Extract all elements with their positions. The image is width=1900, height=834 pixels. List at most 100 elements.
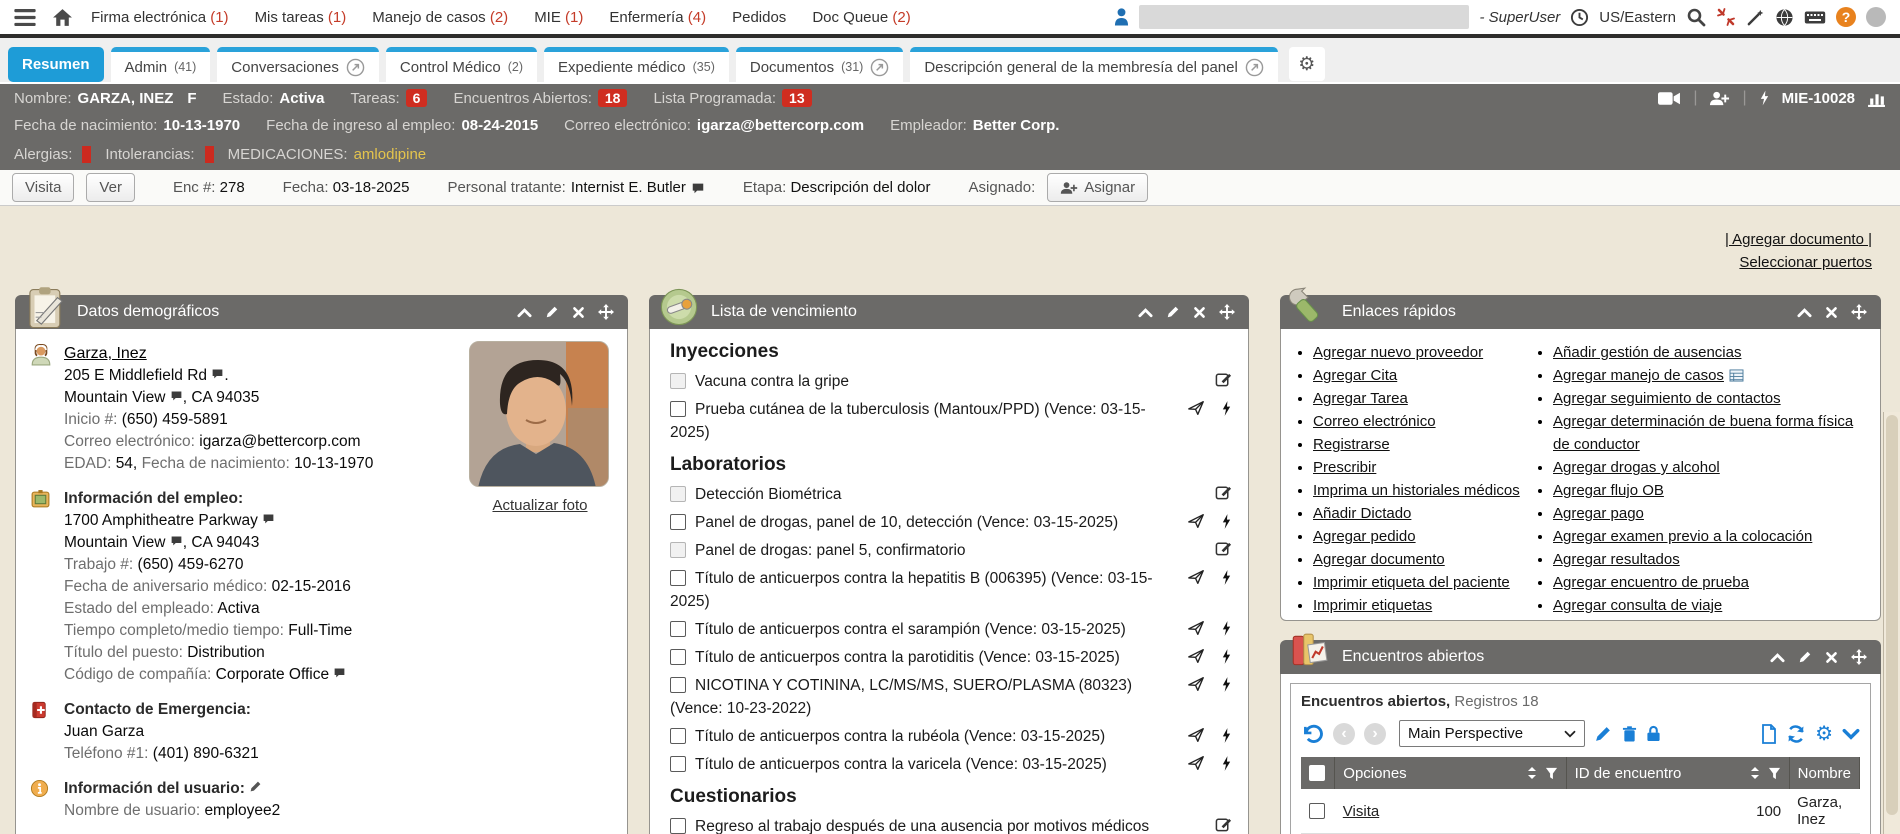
- due-item-checkbox[interactable]: [670, 621, 686, 637]
- home-icon[interactable]: [52, 8, 73, 27]
- comment-bubble-icon[interactable]: [211, 367, 224, 380]
- sort-icon[interactable]: [1750, 766, 1760, 780]
- edit-user-info-icon[interactable]: [249, 780, 262, 793]
- edit-note-icon[interactable]: [1215, 371, 1232, 388]
- select-ports-link[interactable]: Seleccionar puertos: [1739, 254, 1872, 271]
- prev-page-button[interactable]: ‹: [1333, 723, 1355, 745]
- select-all-checkbox[interactable]: [1309, 765, 1325, 781]
- new-document-icon[interactable]: [1761, 724, 1777, 744]
- edit-icon[interactable]: [1798, 650, 1812, 664]
- send-order-icon[interactable]: [1187, 568, 1205, 586]
- tab-admin[interactable]: Admin(41): [111, 47, 211, 82]
- quick-link[interactable]: Correo electrónico: [1313, 413, 1436, 430]
- lock-icon[interactable]: [1646, 724, 1661, 743]
- comment-bubble-icon[interactable]: [170, 534, 183, 547]
- ver-button[interactable]: Ver: [86, 173, 135, 202]
- lightning-icon[interactable]: [1759, 89, 1770, 107]
- edit-note-icon[interactable]: [1215, 484, 1232, 501]
- asignar-button[interactable]: Asignar: [1047, 173, 1148, 202]
- row-checkbox[interactable]: [1309, 803, 1325, 819]
- menu-item-mie[interactable]: MIE (1): [534, 9, 583, 26]
- menu-item-mis-tareas[interactable]: Mis tareas (1): [255, 9, 347, 26]
- close-icon[interactable]: [1825, 651, 1838, 664]
- quick-action-bolt-icon[interactable]: [1221, 400, 1232, 417]
- move-icon[interactable]: [1851, 649, 1867, 665]
- collapse-icon[interactable]: [1797, 307, 1812, 318]
- popout-icon[interactable]: [870, 58, 889, 77]
- column-header-nombre[interactable]: Nombre: [1789, 757, 1859, 789]
- due-item-checkbox[interactable]: [670, 756, 686, 772]
- move-icon[interactable]: [1851, 304, 1867, 320]
- column-header-opciones[interactable]: Opciones: [1335, 757, 1566, 789]
- quick-link[interactable]: Agregar Tarea: [1313, 390, 1408, 407]
- quick-link[interactable]: Agregar nuevo proveedor: [1313, 344, 1483, 361]
- hamburger-menu-icon[interactable]: [14, 9, 36, 26]
- quick-action-bolt-icon[interactable]: [1221, 676, 1232, 693]
- collapse-icon[interactable]: [517, 307, 532, 318]
- perspective-select[interactable]: Main Perspective: [1399, 720, 1585, 747]
- next-page-button[interactable]: ›: [1364, 723, 1386, 745]
- wand-icon[interactable]: [1746, 8, 1765, 27]
- quick-link[interactable]: Agregar pedido: [1313, 528, 1416, 545]
- tab-control-medico[interactable]: Control Médico(2): [386, 47, 537, 82]
- visita-button[interactable]: Visita: [12, 173, 74, 202]
- search-icon[interactable]: [1686, 7, 1706, 27]
- menu-item-pedidos[interactable]: Pedidos: [732, 9, 786, 26]
- tab-membresia-panel[interactable]: Descripción general de la membresía del …: [910, 47, 1278, 82]
- due-item-checkbox[interactable]: [670, 570, 686, 586]
- globe-icon[interactable]: [1775, 8, 1794, 27]
- collapse-icon[interactable]: [1138, 307, 1153, 318]
- move-icon[interactable]: [598, 304, 614, 320]
- quick-action-bolt-icon[interactable]: [1221, 727, 1232, 744]
- update-photo-link[interactable]: Actualizar foto: [492, 495, 587, 517]
- quick-link[interactable]: Imprimir etiquetas: [1313, 597, 1432, 614]
- tareas-badge[interactable]: 6: [406, 89, 428, 107]
- due-item-checkbox[interactable]: [670, 486, 686, 502]
- scrollbar-thumb[interactable]: [1886, 415, 1898, 815]
- close-icon[interactable]: [1825, 306, 1838, 319]
- close-icon[interactable]: [1193, 306, 1206, 319]
- edit-note-icon[interactable]: [1215, 816, 1232, 833]
- alergias-alert-block[interactable]: [82, 146, 91, 163]
- patient-name-link[interactable]: Garza, Inez: [64, 345, 147, 362]
- lista-badge[interactable]: 13: [782, 89, 812, 107]
- quick-link[interactable]: Agregar Cita: [1313, 367, 1397, 384]
- undo-icon[interactable]: [1301, 723, 1324, 745]
- quick-link[interactable]: Agregar examen previo a la colocación: [1553, 528, 1812, 545]
- quick-link[interactable]: Añadir Dictado: [1313, 505, 1411, 522]
- encuentros-badge[interactable]: 18: [598, 89, 628, 107]
- edit-note-icon[interactable]: [1215, 540, 1232, 557]
- video-camera-icon[interactable]: [1658, 91, 1681, 106]
- menu-item-firma-electronica[interactable]: Firma electrónica (1): [91, 9, 229, 26]
- vertical-scrollbar[interactable]: [1883, 412, 1900, 834]
- due-item-checkbox[interactable]: [670, 677, 686, 693]
- comment-bubble-icon[interactable]: [262, 512, 275, 525]
- expand-chevron-icon[interactable]: [1842, 728, 1860, 740]
- quick-link[interactable]: Imprimir etiqueta del paciente: [1313, 574, 1510, 591]
- row-visita-link[interactable]: Visita: [1343, 803, 1379, 820]
- help-icon[interactable]: ?: [1836, 7, 1856, 27]
- send-order-icon[interactable]: [1187, 754, 1205, 772]
- edit-perspective-icon[interactable]: [1594, 724, 1613, 743]
- due-item-checkbox[interactable]: [670, 818, 686, 834]
- quick-action-bolt-icon[interactable]: [1221, 755, 1232, 772]
- due-item-checkbox[interactable]: [670, 728, 686, 744]
- quick-link[interactable]: Agregar encuentro de prueba: [1553, 574, 1749, 591]
- quick-link[interactable]: Imprima un historiales médicos: [1313, 482, 1520, 499]
- popout-icon[interactable]: [346, 58, 365, 77]
- due-item-checkbox[interactable]: [670, 373, 686, 389]
- quick-action-bolt-icon[interactable]: [1221, 648, 1232, 665]
- clock-icon[interactable]: [1570, 8, 1589, 27]
- tab-conversaciones[interactable]: Conversaciones: [217, 47, 379, 82]
- send-order-icon[interactable]: [1187, 512, 1205, 530]
- quick-link[interactable]: Agregar consulta de viaje: [1553, 597, 1722, 614]
- collapse-icon[interactable]: [1770, 652, 1785, 663]
- tab-documentos[interactable]: Documentos(31): [736, 47, 903, 82]
- medicaciones-value[interactable]: amlodipine: [354, 146, 427, 163]
- quick-action-bolt-icon[interactable]: [1221, 569, 1232, 586]
- quick-links-panel-header[interactable]: Enlaces rápidos: [1280, 295, 1881, 329]
- comment-bubble-icon[interactable]: [333, 666, 346, 679]
- send-order-icon[interactable]: [1187, 726, 1205, 744]
- menu-item-enfermeria[interactable]: Enfermería (4): [609, 9, 706, 26]
- quick-link[interactable]: Prescribir: [1313, 459, 1376, 476]
